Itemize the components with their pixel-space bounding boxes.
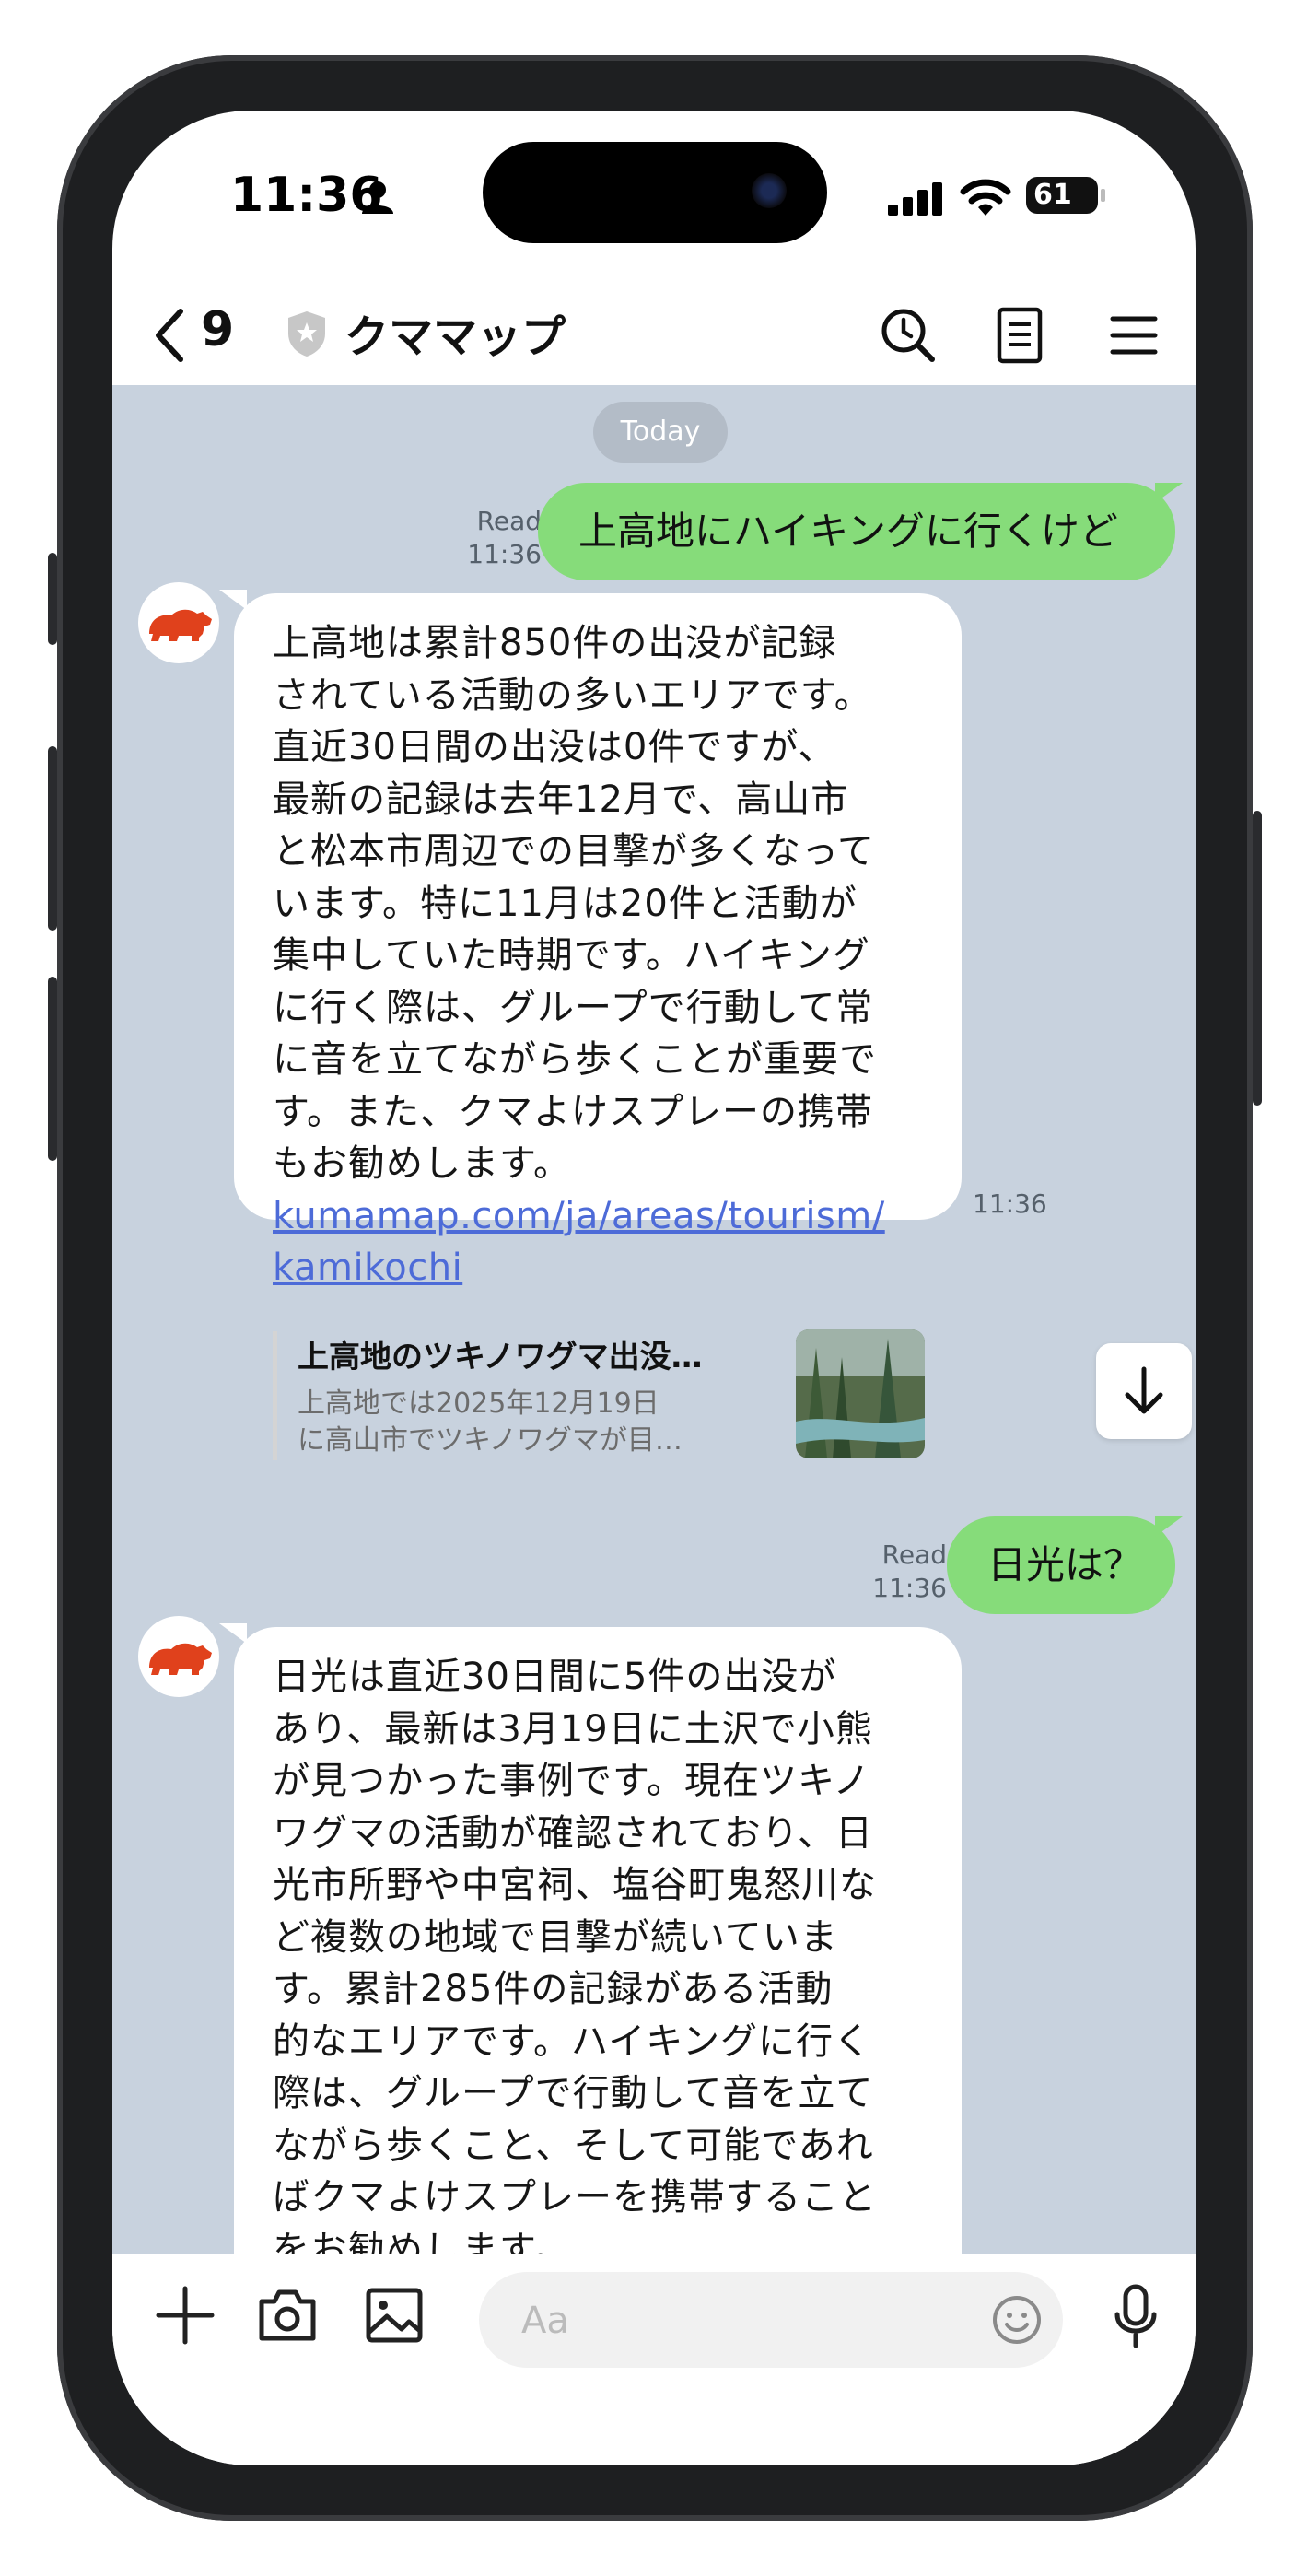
back-chevron-icon[interactable] — [151, 306, 188, 365]
bubble-tail — [1155, 483, 1183, 503]
action-button — [48, 553, 57, 645]
card-thumbnail — [796, 1329, 925, 1458]
emoji-icon[interactable] — [991, 2294, 1043, 2346]
message-text: 日光は直近30日間に5件の出没が あり、最新は3月19日に土沢で小熊 が見つかっ… — [273, 1656, 877, 2254]
read-receipt: Read 11:36 — [872, 1540, 947, 1603]
bear-avatar-icon[interactable] — [138, 582, 219, 663]
message-link[interactable]: kumamap.com/ja/areas/tourism/kamikochi — [273, 1190, 925, 1294]
person-icon — [362, 181, 393, 214]
official-shield-icon — [288, 311, 325, 357]
arrow-down-icon — [1125, 1366, 1163, 1414]
plus-icon[interactable] — [153, 2283, 217, 2348]
camera-icon[interactable] — [256, 2283, 319, 2348]
bubble-tail — [1155, 1516, 1183, 1537]
battery-icon: 61 — [1026, 177, 1105, 214]
dynamic-island — [483, 142, 827, 243]
message-input[interactable]: Aa — [479, 2272, 1063, 2368]
bear-avatar-icon[interactable] — [138, 1616, 219, 1697]
received-message[interactable]: 日光は直近30日間に5件の出没が あり、最新は3月19日に土沢で小熊 が見つかっ… — [234, 1627, 962, 2254]
volume-down-button — [48, 977, 57, 1161]
front-camera — [752, 173, 787, 208]
read-receipt: Read 11:36 — [467, 506, 542, 569]
unread-count[interactable]: 9 — [201, 302, 234, 357]
bear-icon — [149, 609, 212, 641]
wifi-icon — [960, 179, 1011, 216]
volume-up-button — [48, 746, 57, 931]
notes-icon[interactable] — [995, 306, 1044, 365]
message-text: 上高地は累計850件の出没が記録 されている活動の多いエリアです。 直近30日間… — [273, 622, 877, 1185]
image-icon[interactable] — [363, 2283, 426, 2348]
power-button — [1253, 811, 1262, 1106]
chat-header: 9 クママップ — [112, 286, 1196, 385]
bubble-tail — [219, 1623, 247, 1644]
sent-message[interactable]: 日光は？ — [947, 1516, 1175, 1614]
phone-screen: 11:36 61 9 クママップ Today Read 11:36 上高地にハイ… — [112, 111, 1196, 2465]
chat-title: クママップ — [344, 311, 566, 363]
scroll-down-button[interactable] — [1096, 1343, 1192, 1439]
search-clock-icon[interactable] — [879, 306, 938, 365]
microphone-icon[interactable] — [1113, 2283, 1159, 2349]
menu-icon[interactable] — [1109, 306, 1159, 365]
bubble-tail — [219, 590, 247, 610]
chat-area[interactable]: Today Read 11:36 上高地にハイキングに行くけど 上高地は累計850… — [112, 385, 1196, 2254]
sent-message[interactable]: 上高地にハイキングに行くけど — [538, 483, 1175, 580]
received-message[interactable]: 上高地は累計850件の出没が記録 されている活動の多いエリアです。 直近30日間… — [234, 593, 962, 1460]
input-bar: Aa — [112, 2254, 1196, 2465]
card-title: 上高地のツキノワグマ出没… — [298, 1338, 703, 1376]
input-placeholder: Aa — [521, 2300, 569, 2342]
date-separator: Today — [593, 402, 728, 463]
signal-icon — [888, 182, 942, 216]
bear-icon — [149, 1643, 212, 1675]
message-time: 11:36 — [973, 1188, 1047, 1219]
card-description: 上高地では2025年12月19日 に高山市でツキノワグマが目… — [298, 1387, 683, 1457]
link-preview-card[interactable]: 上高地のツキノワグマ出没… 上高地では2025年12月19日 に高山市でツキノワ… — [273, 1329, 925, 1460]
